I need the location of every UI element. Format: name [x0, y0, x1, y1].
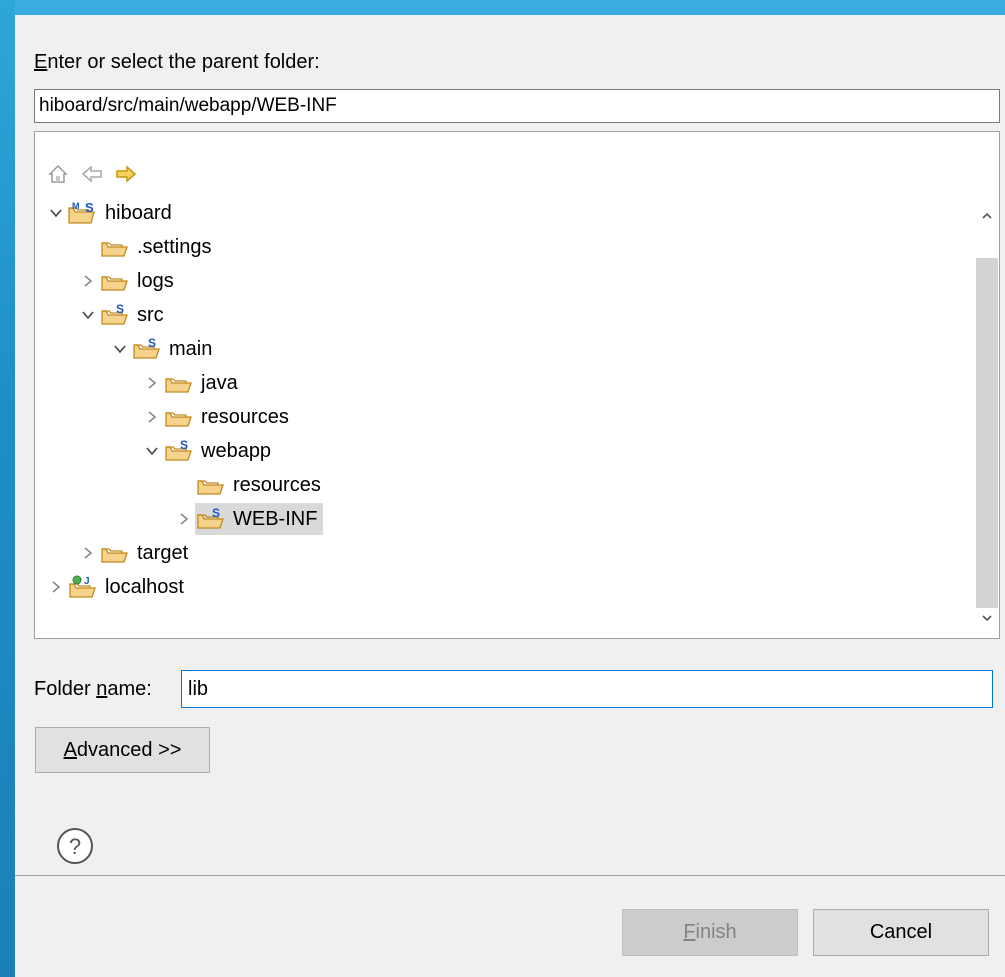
folder-icon	[195, 472, 229, 498]
parent-folder-label-text: nter or select the parent folder:	[47, 51, 320, 73]
folder-icon	[99, 540, 133, 566]
chevron-down-icon	[982, 615, 992, 622]
server-project-icon: J	[67, 574, 101, 600]
tree-item-target[interactable]: target	[77, 536, 192, 570]
tree-item-label: localhost	[105, 576, 184, 598]
tree-item-label: webapp	[201, 440, 272, 462]
tree-item-resources[interactable]: resources	[141, 400, 293, 434]
dialog-content-area: Enter or select the parent folder: hiboa…	[15, 15, 1005, 875]
expand-chevron-icon[interactable]	[109, 338, 131, 360]
new-folder-dialog: Enter or select the parent folder: hiboa…	[15, 15, 1005, 977]
collapsed-chevron-icon[interactable]	[45, 576, 67, 598]
tree-item-java[interactable]: java	[141, 366, 242, 400]
tree-item-label: hiboard	[105, 202, 172, 224]
tree-item-label: src	[137, 304, 164, 326]
forward-button[interactable]	[113, 161, 139, 187]
tree-toolbar	[45, 160, 139, 188]
folder-icon	[99, 234, 133, 260]
window-frame-top	[0, 0, 1005, 15]
source-folder-icon: S	[99, 302, 133, 328]
finish-button[interactable]: Finish	[622, 909, 798, 956]
folder-name-label-suffix: ame:	[107, 678, 152, 700]
tree-item-hiboard[interactable]: M S hiboard	[45, 196, 176, 230]
finish-label-text: inish	[695, 921, 737, 943]
advanced-mnemonic: A	[63, 738, 77, 761]
collapsed-chevron-icon[interactable]	[141, 372, 163, 394]
back-button[interactable]	[79, 161, 105, 187]
svg-text:M: M	[72, 201, 80, 211]
folder-name-input[interactable]	[181, 670, 993, 708]
expand-chevron-icon[interactable]	[141, 440, 163, 462]
expand-chevron-icon[interactable]	[45, 202, 67, 224]
svg-text:S: S	[180, 438, 188, 452]
tree-item-label: target	[137, 542, 189, 564]
maven-project-folder-icon: M S	[67, 200, 101, 226]
folder-icon	[163, 404, 197, 430]
svg-text:S: S	[148, 336, 156, 350]
folder-icon	[163, 370, 197, 396]
expand-chevron-icon[interactable]	[77, 304, 99, 326]
folder-name-label-prefix: Folder	[34, 678, 97, 700]
advanced-label-text: dvanced >>	[76, 738, 182, 761]
tree-item-webapp[interactable]: S webapp	[141, 434, 275, 468]
tree-item-logs[interactable]: logs	[77, 264, 178, 298]
svg-text:S: S	[116, 302, 124, 316]
scrollbar-thumb[interactable]	[976, 258, 998, 608]
parent-folder-mnemonic: E	[34, 51, 48, 73]
source-folder-icon: S	[163, 438, 197, 464]
folder-tree-panel: M S hiboard .settings logs S src S main …	[34, 131, 1000, 639]
tree-item-label: logs	[137, 270, 174, 292]
tree-item-settings[interactable]: .settings	[77, 230, 215, 264]
forward-arrow-icon	[116, 165, 137, 183]
folder-icon	[99, 268, 133, 294]
tree-item-label: WEB-INF	[233, 508, 318, 530]
cancel-button[interactable]: Cancel	[813, 909, 989, 956]
tree-item-label: resources	[201, 406, 289, 428]
parent-folder-label: Enter or select the parent folder:	[34, 51, 320, 74]
tree-item-src[interactable]: S src	[77, 298, 168, 332]
collapsed-chevron-icon[interactable]	[77, 542, 99, 564]
help-icon: ?	[57, 828, 93, 864]
tree-item-label: java	[201, 372, 238, 394]
folder-name-label: Folder name:	[34, 678, 152, 701]
window-frame-left	[0, 0, 15, 977]
tree-item-label: main	[169, 338, 213, 360]
collapsed-chevron-icon[interactable]	[77, 270, 99, 292]
parent-folder-input[interactable]	[34, 89, 1000, 123]
svg-text:?: ?	[69, 834, 81, 859]
home-icon	[48, 164, 68, 183]
tree-vertical-scrollbar[interactable]	[974, 194, 998, 634]
tree-item-localhost[interactable]: J localhost	[45, 570, 188, 604]
chevron-up-icon	[982, 212, 992, 219]
tree-item-main[interactable]: S main	[109, 332, 216, 366]
folder-name-mnemonic: n	[96, 678, 108, 700]
collapsed-chevron-icon[interactable]	[173, 508, 195, 530]
selected-row-highlight: S WEB-INF	[195, 503, 324, 535]
tree-item-webapp-resources[interactable]: resources	[173, 468, 325, 502]
collapsed-chevron-icon[interactable]	[141, 406, 163, 428]
tree-item-web-inf[interactable]: S WEB-INF	[173, 502, 324, 536]
finish-mnemonic: F	[683, 921, 696, 943]
scroll-down-button[interactable]	[977, 608, 997, 628]
help-button[interactable]: ?	[55, 826, 95, 871]
home-button[interactable]	[45, 161, 71, 187]
svg-text:S: S	[212, 506, 220, 520]
back-arrow-icon	[81, 165, 102, 183]
svg-text:J: J	[84, 576, 90, 587]
source-folder-icon: S	[195, 506, 229, 532]
tree-item-label: .settings	[137, 236, 212, 258]
tree-item-label: resources	[233, 474, 321, 496]
advanced-button[interactable]: Advanced >>	[35, 727, 210, 773]
scroll-up-button[interactable]	[977, 206, 997, 226]
source-folder-icon: S	[131, 336, 165, 362]
svg-text:S: S	[85, 200, 94, 215]
